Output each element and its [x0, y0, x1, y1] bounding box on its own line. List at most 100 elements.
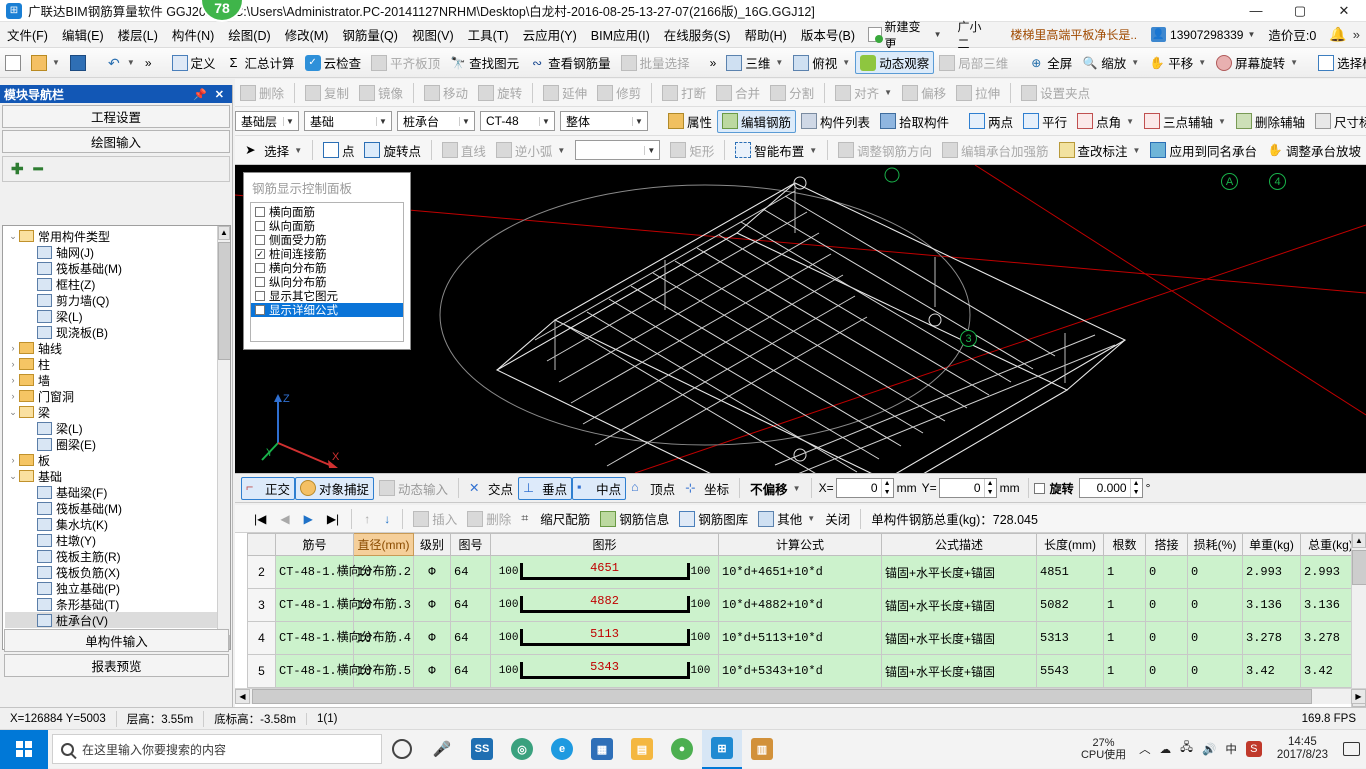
prev-record-button[interactable]: ◀: [273, 510, 296, 528]
rebar-option-0[interactable]: 横向面筋: [251, 205, 403, 219]
table-horizontal-scrollbar[interactable]: ◀ ▶: [235, 688, 1366, 704]
cell-grade[interactable]: Ф: [414, 622, 451, 655]
open-file-button[interactable]: ▼: [26, 53, 65, 73]
pick-component-button[interactable]: 拾取构件: [875, 110, 954, 133]
minimize-button[interactable]: —: [1234, 0, 1278, 22]
table-header-11[interactable]: 损耗(%): [1188, 534, 1243, 556]
menu-component[interactable]: 构件(N): [165, 22, 221, 47]
toolbar-overflow-mid[interactable]: »: [705, 54, 722, 72]
close-button[interactable]: ✕: [1322, 0, 1366, 22]
tree-item-11[interactable]: ⌄梁: [5, 404, 230, 420]
chevron-right-icon[interactable]: ›: [7, 391, 19, 401]
toolbar-overflow-left[interactable]: »: [140, 54, 157, 72]
tree-item-24[interactable]: 桩承台(V): [5, 612, 230, 628]
project-settings-button[interactable]: 工程设置: [2, 105, 230, 128]
tray-expand-icon[interactable]: ︿: [1139, 741, 1151, 757]
menu-cloud[interactable]: 云应用(Y): [516, 22, 584, 47]
report-preview-button[interactable]: 报表预览: [4, 654, 229, 677]
cell-index[interactable]: 4: [248, 622, 276, 655]
table-vertical-scrollbar[interactable]: ▲ ▼: [1351, 533, 1366, 707]
cell-formula[interactable]: 10*d+4651+10*d: [719, 556, 882, 589]
coin-balance[interactable]: 造价豆:0: [1261, 22, 1323, 47]
tree-item-0[interactable]: ⌄常用构件类型: [5, 228, 230, 244]
move-down-button[interactable]: ↓: [377, 510, 397, 528]
tree-item-10[interactable]: ›门窗洞: [5, 388, 230, 404]
cloud-check-button[interactable]: ✓云检查: [300, 51, 367, 74]
checkbox-icon[interactable]: [255, 263, 265, 273]
cell-unit-weight[interactable]: 3.136: [1243, 589, 1301, 622]
tip-link[interactable]: 楼梯里高端平板净长是..: [1002, 24, 1145, 45]
cell-formula[interactable]: 10*d+5343+10*d: [719, 655, 882, 688]
extend-button[interactable]: 延伸: [538, 81, 592, 104]
screen-rotate-button[interactable]: 屏幕旋转▼: [1211, 51, 1303, 74]
single-component-input-button[interactable]: 单构件输入: [4, 629, 229, 652]
fullscreen-button[interactable]: ⊕全屏: [1023, 51, 1077, 74]
move-button[interactable]: 移动: [419, 81, 473, 104]
chevron-down-icon[interactable]: ⌄: [7, 231, 19, 242]
cell-pic-no[interactable]: 64: [451, 556, 491, 589]
cell-formula[interactable]: 10*d+4882+10*d: [719, 589, 882, 622]
menu-tools[interactable]: 工具(T): [461, 22, 516, 47]
cell-rebar-name[interactable]: CT-48-1.横向分布筋.3: [276, 589, 354, 622]
menu-version[interactable]: 版本号(B): [794, 22, 862, 47]
checkbox-icon[interactable]: [255, 305, 265, 315]
ortho-toggle[interactable]: ⌐正交: [241, 477, 295, 500]
delete-button[interactable]: 删除: [235, 81, 289, 104]
checkbox-icon[interactable]: [255, 235, 265, 245]
category-select[interactable]: 基础▼: [304, 111, 392, 131]
display-mode-select[interactable]: 整体▼: [560, 111, 648, 131]
cell-length[interactable]: 5543: [1037, 655, 1104, 688]
table-header-9[interactable]: 根数: [1104, 534, 1146, 556]
tree-item-5[interactable]: 梁(L): [5, 308, 230, 324]
table-header-10[interactable]: 搭接: [1146, 534, 1188, 556]
hscroll-right-icon[interactable]: ▶: [1351, 689, 1366, 704]
two-point-button[interactable]: 两点: [964, 110, 1018, 133]
chevron-down-icon[interactable]: ⌄: [7, 407, 19, 418]
tree-item-15[interactable]: ⌄基础: [5, 468, 230, 484]
vertex-snap[interactable]: ⌂顶点: [626, 477, 680, 500]
y-spinner-icon[interactable]: ▲▼: [984, 479, 996, 497]
explorer-button[interactable]: ▤: [622, 730, 662, 769]
align-button[interactable]: 对齐▼: [830, 81, 897, 104]
cortana-button[interactable]: [382, 730, 422, 769]
floor-select[interactable]: 基础层▼: [235, 111, 299, 131]
cell-formula[interactable]: 10*d+5113+10*d: [719, 622, 882, 655]
rebar-option-2[interactable]: 侧面受力筋: [251, 233, 403, 247]
checkbox-icon[interactable]: [255, 221, 265, 231]
stretch-button[interactable]: 拉伸: [951, 81, 1005, 104]
point-tool-button[interactable]: 点: [318, 139, 360, 162]
action-center-icon[interactable]: [1343, 742, 1360, 756]
cell-rebar-name[interactable]: CT-48-1.横向分布筋.5: [276, 655, 354, 688]
rebar-option-1[interactable]: 纵向面筋: [251, 219, 403, 233]
cell-lap[interactable]: 0: [1146, 622, 1188, 655]
cell-pic-no[interactable]: 64: [451, 622, 491, 655]
table-row[interactable]: 4CT-48-1.横向分布筋.410Ф64100511310010*d+5113…: [248, 622, 1366, 655]
cpu-meter[interactable]: 27% CPU使用: [1077, 737, 1130, 761]
cell-grade[interactable]: Ф: [414, 589, 451, 622]
cell-lap[interactable]: 0: [1146, 655, 1188, 688]
rebar-display-panel[interactable]: 钢筋显示控制面板 横向面筋纵向面筋侧面受力筋✓桩间连接筋横向分布筋纵向分布筋显示…: [243, 172, 411, 350]
taskbar-search[interactable]: 在这里输入你要搜索的内容: [52, 734, 382, 764]
undo-button[interactable]: ↶▼: [101, 53, 140, 73]
menu-help[interactable]: 帮助(H): [737, 22, 793, 47]
align-slab-top-button[interactable]: 平齐板顶: [366, 51, 445, 74]
set-grip-button[interactable]: 设置夹点: [1016, 81, 1095, 104]
menu-bim[interactable]: BIM应用(I): [584, 22, 657, 47]
batch-select-button[interactable]: 批量选择: [616, 51, 695, 74]
checkbox-icon[interactable]: [255, 207, 265, 217]
coordinate-snap[interactable]: ⊹坐标: [680, 477, 734, 500]
edit-cap-reinforce-button[interactable]: 编辑承台加强筋: [937, 139, 1054, 162]
cell-loss[interactable]: 0: [1188, 622, 1243, 655]
rebar-info-button[interactable]: 钢筋信息: [595, 507, 674, 530]
check-annotation-button[interactable]: 查改标注▼: [1054, 139, 1146, 162]
next-record-button[interactable]: ▶: [297, 510, 320, 528]
tree-item-19[interactable]: 柱墩(Y): [5, 532, 230, 548]
table-header-4[interactable]: 图号: [451, 534, 491, 556]
rebar-table[interactable]: 筋号直径(mm)级别图号图形计算公式公式描述长度(mm)根数搭接损耗(%)单重(…: [235, 533, 1366, 707]
pin-icon[interactable]: 📌: [193, 88, 207, 101]
table-header-8[interactable]: 长度(mm): [1037, 534, 1104, 556]
copy-button[interactable]: 复制: [300, 81, 354, 104]
network-icon[interactable]: 🖧: [1180, 740, 1193, 759]
tree-item-14[interactable]: ›板: [5, 452, 230, 468]
adjust-cap-slope-button[interactable]: ✋调整承台放坡: [1262, 139, 1366, 162]
